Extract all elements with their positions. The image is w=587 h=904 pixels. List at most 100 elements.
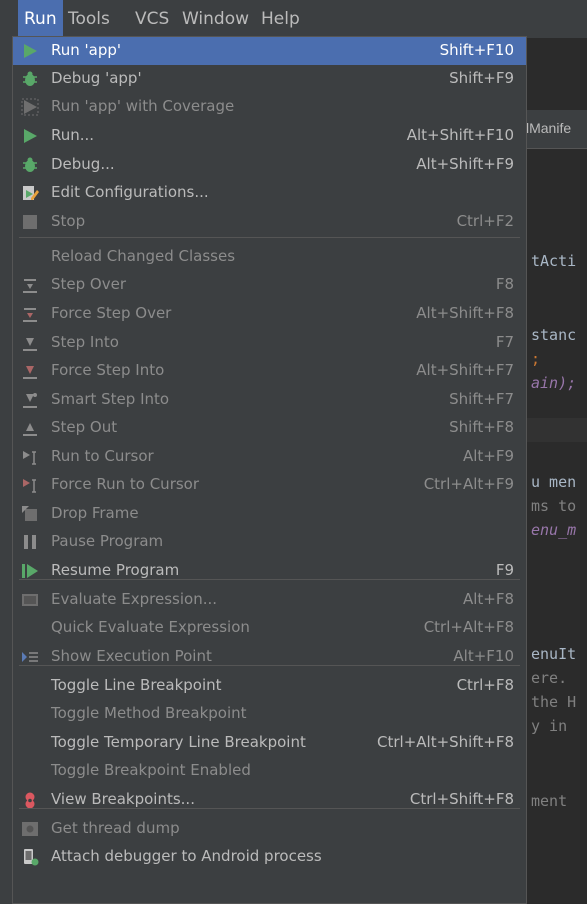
- menu-item-step-out[interactable]: Step Out Shift+F8: [13, 414, 526, 442]
- menu-item-shortcut: Alt+Shift+F10: [406, 126, 514, 144]
- menu-item-view-breakpoints[interactable]: View Breakpoints... Ctrl+Shift+F8: [13, 786, 526, 814]
- step-over-icon: [21, 276, 39, 294]
- code-line: the H: [531, 693, 577, 711]
- smart-step-into-icon: [21, 391, 39, 409]
- menu-item-force-run-to-cursor[interactable]: Force Run to Cursor Ctrl+Alt+F9: [13, 471, 526, 499]
- menu-item-shortcut: Shift+F10: [439, 41, 514, 59]
- menu-item-run-app-with-coverage[interactable]: Run 'app' with Coverage: [13, 93, 526, 121]
- menu-item-label: Attach debugger to Android process: [51, 847, 322, 865]
- menu-bar: Run Tools VCS Window Help: [0, 0, 587, 38]
- menu-item-label: Debug 'app': [51, 69, 142, 87]
- menu-item-shortcut: Shift+F9: [449, 69, 514, 87]
- resume-icon: [21, 562, 39, 580]
- menu-item-quick-evaluate-expression[interactable]: Quick Evaluate Expression Ctrl+Alt+F8: [13, 614, 526, 642]
- code-line: ;: [531, 350, 541, 368]
- menu-item-label: Run to Cursor: [51, 447, 154, 465]
- menu-item-attach-debugger-to-android-process[interactable]: Attach debugger to Android process: [13, 843, 526, 871]
- code-line: enu_m: [531, 521, 577, 539]
- stop-icon: [21, 213, 39, 231]
- tab-manifest[interactable]: lManife: [526, 120, 571, 136]
- menu-item-shortcut: F8: [495, 275, 514, 293]
- menu-separator: [19, 579, 520, 580]
- menu-item-force-step-over[interactable]: Force Step Over Alt+Shift+F8: [13, 300, 526, 328]
- force-step-into-icon: [21, 362, 39, 380]
- force-run-to-cursor-icon: [21, 476, 39, 494]
- pause-icon: [21, 533, 39, 551]
- menu-vcs[interactable]: VCS: [135, 0, 169, 38]
- menu-item-smart-step-into[interactable]: Smart Step Into Shift+F7: [13, 386, 526, 414]
- menu-item-debug[interactable]: Debug... Alt+Shift+F9: [13, 151, 526, 179]
- menu-item-shortcut: Ctrl+F8: [456, 676, 514, 694]
- menu-item-force-step-into[interactable]: Force Step Into Alt+Shift+F7: [13, 357, 526, 385]
- menu-item-shortcut: Shift+F8: [449, 418, 514, 436]
- run-to-cursor-icon: [21, 448, 39, 466]
- menu-item-label: Pause Program: [51, 532, 164, 550]
- code-line: enuIt: [531, 645, 577, 663]
- debug-icon: [21, 156, 39, 174]
- menu-item-show-execution-point[interactable]: Show Execution Point Alt+F10: [13, 643, 526, 671]
- menu-item-label: Toggle Temporary Line Breakpoint: [51, 733, 306, 751]
- menu-item-reload-changed-classes[interactable]: Reload Changed Classes: [13, 243, 526, 271]
- menu-item-shortcut: Alt+F10: [453, 647, 514, 665]
- menu-item-shortcut: Alt+F9: [462, 447, 514, 465]
- menu-item-toggle-breakpoint-enabled[interactable]: Toggle Breakpoint Enabled: [13, 757, 526, 785]
- breakpoints-icon: [21, 791, 39, 809]
- menu-item-label: Force Run to Cursor: [51, 475, 200, 493]
- menu-item-shortcut: Ctrl+F2: [456, 212, 514, 230]
- run-menu-popup: Run 'app' Shift+F10 Debug 'app' Shift+F9 Run…: [12, 36, 527, 904]
- menu-item-shortcut: Ctrl+Shift+F8: [409, 790, 514, 808]
- menu-separator: [19, 237, 520, 238]
- menu-item-label: Step Into: [51, 333, 119, 351]
- menu-item-shortcut: Alt+F8: [462, 590, 514, 608]
- menu-item-shortcut: F9: [495, 561, 514, 579]
- menu-window[interactable]: Window: [182, 0, 249, 38]
- code-line: u men: [531, 473, 577, 491]
- menu-item-shortcut: Ctrl+Alt+F9: [423, 475, 514, 493]
- show-execution-point-icon: [21, 648, 39, 666]
- code-line: ere.: [531, 669, 568, 687]
- menu-item-run-app[interactable]: Run 'app' Shift+F10: [13, 37, 526, 65]
- menu-item-run[interactable]: Run... Alt+Shift+F10: [13, 122, 526, 150]
- menu-item-drop-frame[interactable]: Drop Frame: [13, 500, 526, 528]
- menu-item-label: Toggle Breakpoint Enabled: [51, 761, 251, 779]
- menu-item-label: View Breakpoints...: [51, 790, 195, 808]
- menu-item-resume-program[interactable]: Resume Program F9: [13, 557, 526, 585]
- menu-item-label: Evaluate Expression...: [51, 590, 218, 608]
- menu-item-evaluate-expression[interactable]: Evaluate Expression... Alt+F8: [13, 586, 526, 614]
- coverage-icon: [21, 98, 39, 116]
- menu-help[interactable]: Help: [261, 0, 300, 38]
- menu-tools[interactable]: Tools: [68, 0, 110, 38]
- menu-item-pause-program[interactable]: Pause Program: [13, 528, 526, 556]
- menu-run[interactable]: Run: [18, 0, 63, 38]
- menu-item-edit-configurations[interactable]: Edit Configurations...: [13, 179, 526, 207]
- menu-item-shortcut: Ctrl+Alt+Shift+F8: [377, 733, 514, 751]
- edit-config-icon: [21, 184, 39, 202]
- menu-item-label: Run...: [51, 126, 95, 144]
- menu-item-shortcut: Alt+Shift+F7: [416, 361, 514, 379]
- code-line: tActi: [531, 252, 577, 270]
- menu-item-step-over[interactable]: Step Over F8: [13, 271, 526, 299]
- menu-item-toggle-line-breakpoint[interactable]: Toggle Line Breakpoint Ctrl+F8: [13, 672, 526, 700]
- menu-item-label: Reload Changed Classes: [51, 247, 236, 265]
- menu-separator: [19, 808, 520, 809]
- menu-item-toggle-temporary-line-breakpoint[interactable]: Toggle Temporary Line Breakpoint Ctrl+Alt…: [13, 729, 526, 757]
- menu-item-shortcut: F7: [495, 333, 514, 351]
- step-out-icon: [21, 419, 39, 437]
- menu-item-label: Quick Evaluate Expression: [51, 618, 250, 636]
- menu-item-shortcut: Alt+Shift+F9: [416, 155, 514, 173]
- evaluate-icon: [21, 591, 39, 609]
- menu-item-label: Run 'app' with Coverage: [51, 97, 235, 115]
- menu-item-shortcut: Ctrl+Alt+F8: [423, 618, 514, 636]
- attach-debugger-icon: [21, 848, 39, 866]
- menu-item-toggle-method-breakpoint[interactable]: Toggle Method Breakpoint: [13, 700, 526, 728]
- menu-item-run-to-cursor[interactable]: Run to Cursor Alt+F9: [13, 443, 526, 471]
- code-line: ain);: [531, 374, 577, 392]
- code-line: ms to: [531, 497, 577, 515]
- menu-item-stop[interactable]: Stop Ctrl+F2: [13, 208, 526, 236]
- menu-item-step-into[interactable]: Step Into F7: [13, 329, 526, 357]
- code-line: y in: [531, 717, 568, 735]
- menu-item-get-thread-dump[interactable]: Get thread dump: [13, 815, 526, 843]
- menu-item-label: Toggle Line Breakpoint: [51, 676, 222, 694]
- menu-item-label: Step Over: [51, 275, 126, 293]
- menu-item-debug-app[interactable]: Debug 'app' Shift+F9: [13, 65, 526, 93]
